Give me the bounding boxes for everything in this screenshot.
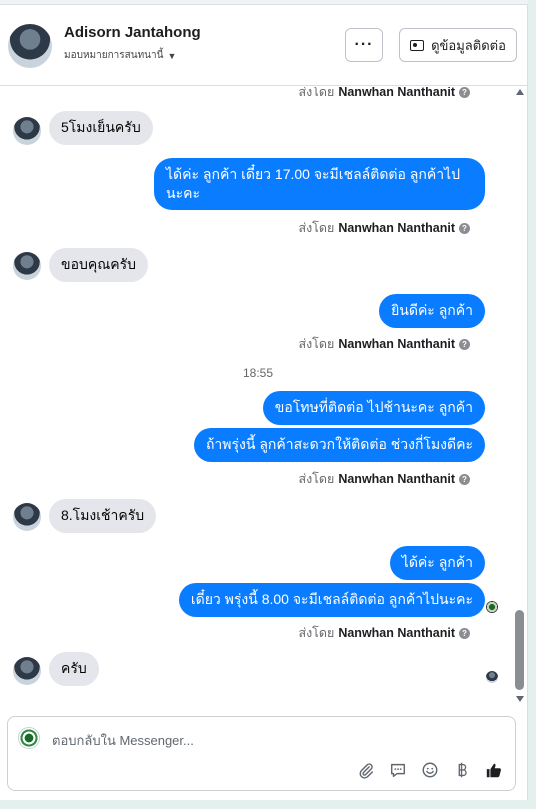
top-divider xyxy=(0,0,528,5)
sent-by-prefix: ส่งโดย xyxy=(298,626,335,640)
sender-avatar xyxy=(13,252,41,280)
incoming-message[interactable]: 8.โมงเช้าครับ xyxy=(49,499,157,533)
sent-by-prefix: ส่งโดย xyxy=(298,87,335,99)
emoji-icon[interactable] xyxy=(421,761,439,779)
help-icon[interactable]: ? xyxy=(459,87,470,98)
incoming-message[interactable]: 5โมงเย็นครับ xyxy=(49,111,153,145)
view-contact-button[interactable]: ดูข้อมูลติดต่อ xyxy=(399,28,517,62)
conversation-scrollbar[interactable] xyxy=(512,87,528,705)
page-avatar xyxy=(18,727,40,749)
outgoing-message[interactable]: ขอโทษที่ติดต่อ ไปช้านะคะ ลูกค้า xyxy=(262,391,485,425)
scroll-up-arrow-icon[interactable] xyxy=(516,89,524,95)
inbox-conversation-panel: Adisorn Jantahong มอบหมายการสนทนานี้ ▼ ·… xyxy=(0,0,528,800)
sent-by-label: ส่งโดย Nanwhan Nanthanit ? xyxy=(298,623,470,643)
help-icon[interactable]: ? xyxy=(459,473,470,485)
view-contact-label: ดูข้อมูลติดต่อ xyxy=(431,37,506,53)
reply-composer xyxy=(7,716,516,791)
sent-by-label: ส่งโดย Nanwhan Nanthanit ? xyxy=(298,334,470,354)
sender-avatar xyxy=(13,657,41,685)
sent-by-name: Nanwhan Nanthanit xyxy=(338,221,455,235)
composer-toolbar xyxy=(357,761,503,779)
more-options-button[interactable]: ··· xyxy=(345,28,383,62)
scrollbar-thumb[interactable] xyxy=(515,610,524,690)
seen-indicator-avatar xyxy=(486,601,498,613)
currency-icon[interactable] xyxy=(453,761,471,779)
caret-down-icon: ▼ xyxy=(167,50,177,61)
help-icon[interactable]: ? xyxy=(459,338,470,350)
sender-avatar xyxy=(13,117,41,145)
outgoing-message[interactable]: เดี๋ยว พรุ่งนี้ 8.00 จะมีเชลล์ติดต่อ ลูก… xyxy=(178,583,485,617)
incoming-message[interactable]: ขอบคุณครับ xyxy=(49,248,148,282)
contact-name[interactable]: Adisorn Jantahong xyxy=(64,24,201,41)
conversation-header: Adisorn Jantahong มอบหมายการสนทนานี้ ▼ ·… xyxy=(0,6,528,86)
saved-reply-icon[interactable] xyxy=(389,761,407,779)
help-icon[interactable]: ? xyxy=(459,627,470,639)
attach-icon[interactable] xyxy=(357,761,375,779)
outgoing-message[interactable]: ได้ค่ะ ลูกค้า xyxy=(389,546,485,580)
sent-by-name: Nanwhan Nanthanit xyxy=(338,472,455,486)
message-thread: ส่งโดย Nanwhan Nanthanit ? 5โมงเย็นครับ … xyxy=(0,87,512,707)
message-timestamp: 18:55 xyxy=(242,366,274,380)
sent-by-name: Nanwhan Nanthanit xyxy=(338,87,455,99)
sent-by-label: ส่งโดย Nanwhan Nanthanit ? xyxy=(298,469,470,489)
sender-avatar xyxy=(13,503,41,531)
assign-label: มอบหมายการสนทนานี้ xyxy=(64,50,164,61)
sent-by-name: Nanwhan Nanthanit xyxy=(338,337,455,351)
reply-input[interactable] xyxy=(52,731,492,749)
contact-card-icon xyxy=(410,39,425,51)
scroll-down-arrow-icon[interactable] xyxy=(516,696,524,702)
outgoing-message[interactable]: ยินดีค่ะ ลูกค้า xyxy=(379,294,485,328)
assign-conversation-dropdown[interactable]: มอบหมายการสนทนานี้ ▼ xyxy=(64,48,176,63)
sent-by-name: Nanwhan Nanthanit xyxy=(338,626,455,640)
seen-indicator-avatar xyxy=(486,671,498,683)
sent-by-prefix: ส่งโดย xyxy=(298,221,335,235)
sent-by-label: ส่งโดย Nanwhan Nanthanit ? xyxy=(298,87,470,102)
outgoing-message[interactable]: ได้ค่ะ ลูกค้า เดี๋ยว 17.00 จะมีเชลล์ติดต… xyxy=(154,158,485,210)
contact-avatar[interactable] xyxy=(8,24,52,68)
sent-by-prefix: ส่งโดย xyxy=(298,472,335,486)
sent-by-prefix: ส่งโดย xyxy=(298,337,335,351)
incoming-message[interactable]: ครับ xyxy=(49,652,99,686)
like-icon[interactable] xyxy=(485,761,503,779)
outgoing-message[interactable]: ถ้าพรุ่งนี้ ลูกค้าสะดวกให้ติดต่อ ช่วงกี่… xyxy=(193,428,485,462)
help-icon[interactable]: ? xyxy=(459,222,470,234)
sent-by-label: ส่งโดย Nanwhan Nanthanit ? xyxy=(298,218,470,238)
